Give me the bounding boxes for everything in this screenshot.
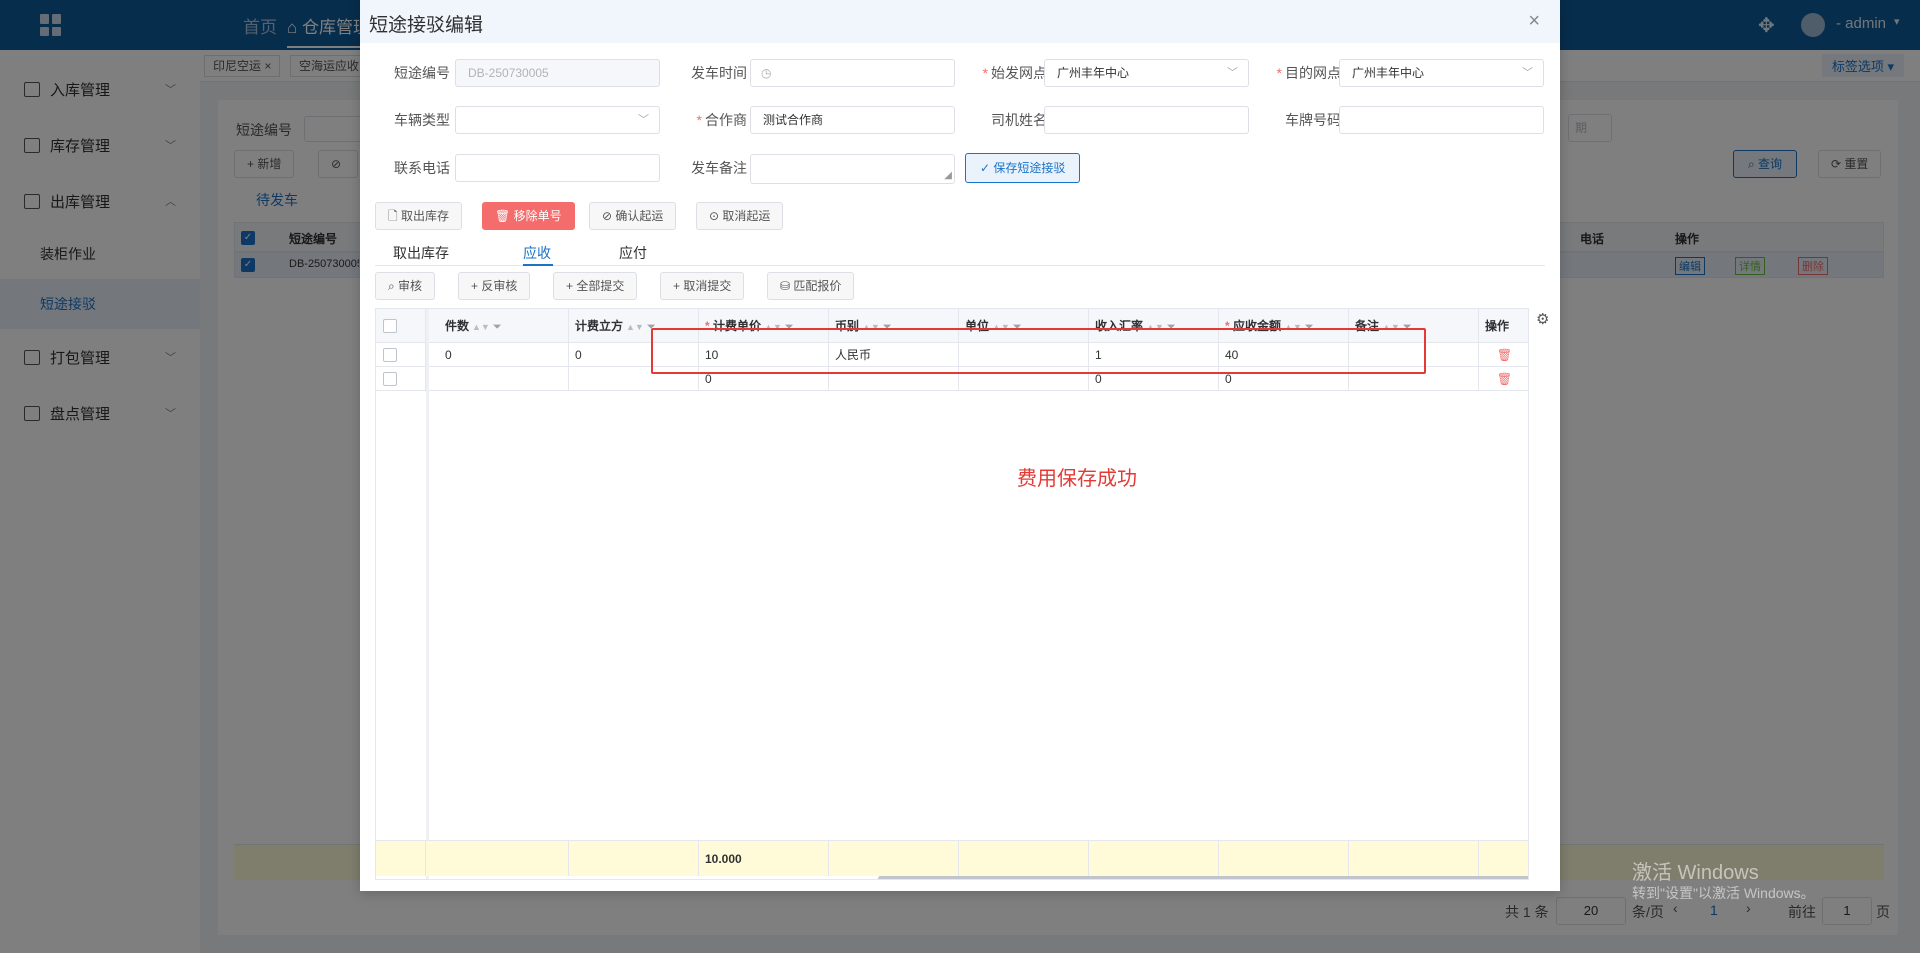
header-checkbox-cell xyxy=(376,309,426,342)
cancel-departure-button[interactable]: ⊙ 取消起运 xyxy=(696,202,784,230)
remark-label: 发车备注 xyxy=(691,160,747,176)
tab-receivable[interactable]: 应收 xyxy=(523,243,551,263)
summary-cell xyxy=(1219,841,1349,876)
plate-field[interactable] xyxy=(1339,106,1544,134)
save-shuttle-button[interactable]: ✓ 保存短途接驳 xyxy=(965,153,1081,183)
summary-cell xyxy=(829,841,959,876)
origin-select[interactable]: 广州丰年中心 ﹀ xyxy=(1044,59,1249,87)
delete-icon[interactable]: 🗑 xyxy=(1497,372,1512,386)
cell-qty[interactable] xyxy=(439,367,569,390)
tab-take-out-stock[interactable]: 取出库存 xyxy=(393,243,449,263)
depart-time-label: 发车时间 xyxy=(691,65,747,81)
dest-label: * 目的网点 xyxy=(1276,65,1341,81)
highlight-annotation-box xyxy=(651,328,1426,374)
col-op: 操作 xyxy=(1485,319,1510,333)
tab-payable[interactable]: 应付 xyxy=(619,243,647,263)
summary-cell xyxy=(1089,841,1219,876)
row-checkbox[interactable] xyxy=(383,348,397,362)
summary-cell xyxy=(1349,841,1479,876)
receivable-grid: 件数 ▲▼ ⏷ 计费立方 ▲▼ ⏷ * 计费单价 ▲▼ ⏷ 币别 ▲▼ ⏷ 单位 ▲▼ ⏷ 收入汇率… xyxy=(375,308,1529,880)
dest-select[interactable]: 广州丰年中心 ﹀ xyxy=(1339,59,1544,87)
row-checkbox-cell xyxy=(376,343,426,366)
close-icon[interactable]: × xyxy=(1528,10,1540,33)
row-checkbox-cell xyxy=(376,367,426,390)
filter-icon[interactable]: ⏷ xyxy=(493,321,502,333)
match-quote-button[interactable]: ⛁ 匹配报价 xyxy=(767,272,855,300)
plate-label: 车牌号码 xyxy=(1285,112,1341,128)
cell-qty[interactable]: 0 xyxy=(439,343,569,366)
phone-label: 联系电话 xyxy=(394,160,450,176)
gear-icon[interactable]: ⚙ xyxy=(1536,310,1549,328)
summary-price-total: 10.000 xyxy=(699,841,829,876)
fee-tabs: 取出库存 应收 应付 xyxy=(375,240,1545,266)
dialog-title: 短途接驳编辑 xyxy=(369,15,484,36)
col-qty[interactable]: 件数 ▲▼ ⏷ xyxy=(439,309,569,342)
remove-number-button[interactable]: 🗑 移除单号 xyxy=(482,202,575,230)
origin-label: * 始发网点 xyxy=(982,65,1047,81)
row-op-cell: 🗑 xyxy=(1479,343,1528,366)
partner-field[interactable]: 测试合作商 xyxy=(750,106,955,134)
origin-value: 广州丰年中心 xyxy=(1057,66,1130,80)
dest-value: 广州丰年中心 xyxy=(1352,66,1425,80)
partner-label: * 合作商 xyxy=(696,112,747,128)
code-label: 短途编号 xyxy=(394,65,450,81)
shuttle-edit-dialog: 短途接驳编辑 × 短途编号 DB-250730005 发车时间 ◷ * 始发网点 … xyxy=(360,0,1560,891)
summary-cell xyxy=(439,841,569,876)
cancel-submit-button[interactable]: + 取消提交 xyxy=(660,272,745,300)
dialog-header: 短途接驳编辑 × xyxy=(360,0,1560,43)
depart-time-field[interactable]: ◷ xyxy=(750,59,955,87)
chevron-down-icon: ﹀ xyxy=(1227,67,1238,79)
row-op-cell: 🗑 xyxy=(1479,367,1528,390)
chevron-down-icon: ﹀ xyxy=(1522,67,1533,79)
audit-button[interactable]: ⌕ 审核 xyxy=(375,272,436,300)
driver-label: 司机姓名 xyxy=(991,112,1047,128)
tab-active-indicator xyxy=(523,264,553,266)
confirm-departure-button[interactable]: ⊘ 确认起运 xyxy=(589,202,677,230)
summary-cell xyxy=(376,841,426,876)
summary-cell xyxy=(959,841,1089,876)
submit-all-button[interactable]: + 全部提交 xyxy=(553,272,638,300)
clock-icon: ◷ xyxy=(761,66,772,80)
sort-icon[interactable]: ▲▼ xyxy=(472,322,490,332)
unaudit-button[interactable]: + 反审核 xyxy=(458,272,531,300)
code-field[interactable]: DB-250730005 xyxy=(455,59,660,87)
vehicle-type-label: 车辆类型 xyxy=(394,112,450,128)
driver-field[interactable] xyxy=(1044,106,1249,134)
select-all-checkbox[interactable] xyxy=(383,319,397,333)
delete-icon[interactable]: 🗑 xyxy=(1497,348,1512,362)
sort-icon[interactable]: ▲▼ xyxy=(626,322,644,332)
take-out-stock-button[interactable]: 🗋 取出库存 xyxy=(375,202,462,230)
save-success-message: 费用保存成功 xyxy=(1017,468,1137,490)
horizontal-scrollbar[interactable] xyxy=(878,876,1528,879)
grid-summary-row: 10.000 xyxy=(376,840,1528,876)
chevron-down-icon: ﹀ xyxy=(638,114,649,126)
windows-watermark-title: 激活 Windows xyxy=(1632,862,1759,884)
row-checkbox[interactable] xyxy=(383,372,397,386)
frozen-column-divider xyxy=(426,309,429,879)
windows-watermark-subtitle: 转到"设置"以激活 Windows。 xyxy=(1632,885,1815,901)
remark-textarea[interactable]: ◢ xyxy=(750,154,955,184)
phone-field[interactable] xyxy=(455,154,660,182)
vehicle-type-select[interactable]: ﹀ xyxy=(455,106,660,134)
summary-cell xyxy=(569,841,699,876)
